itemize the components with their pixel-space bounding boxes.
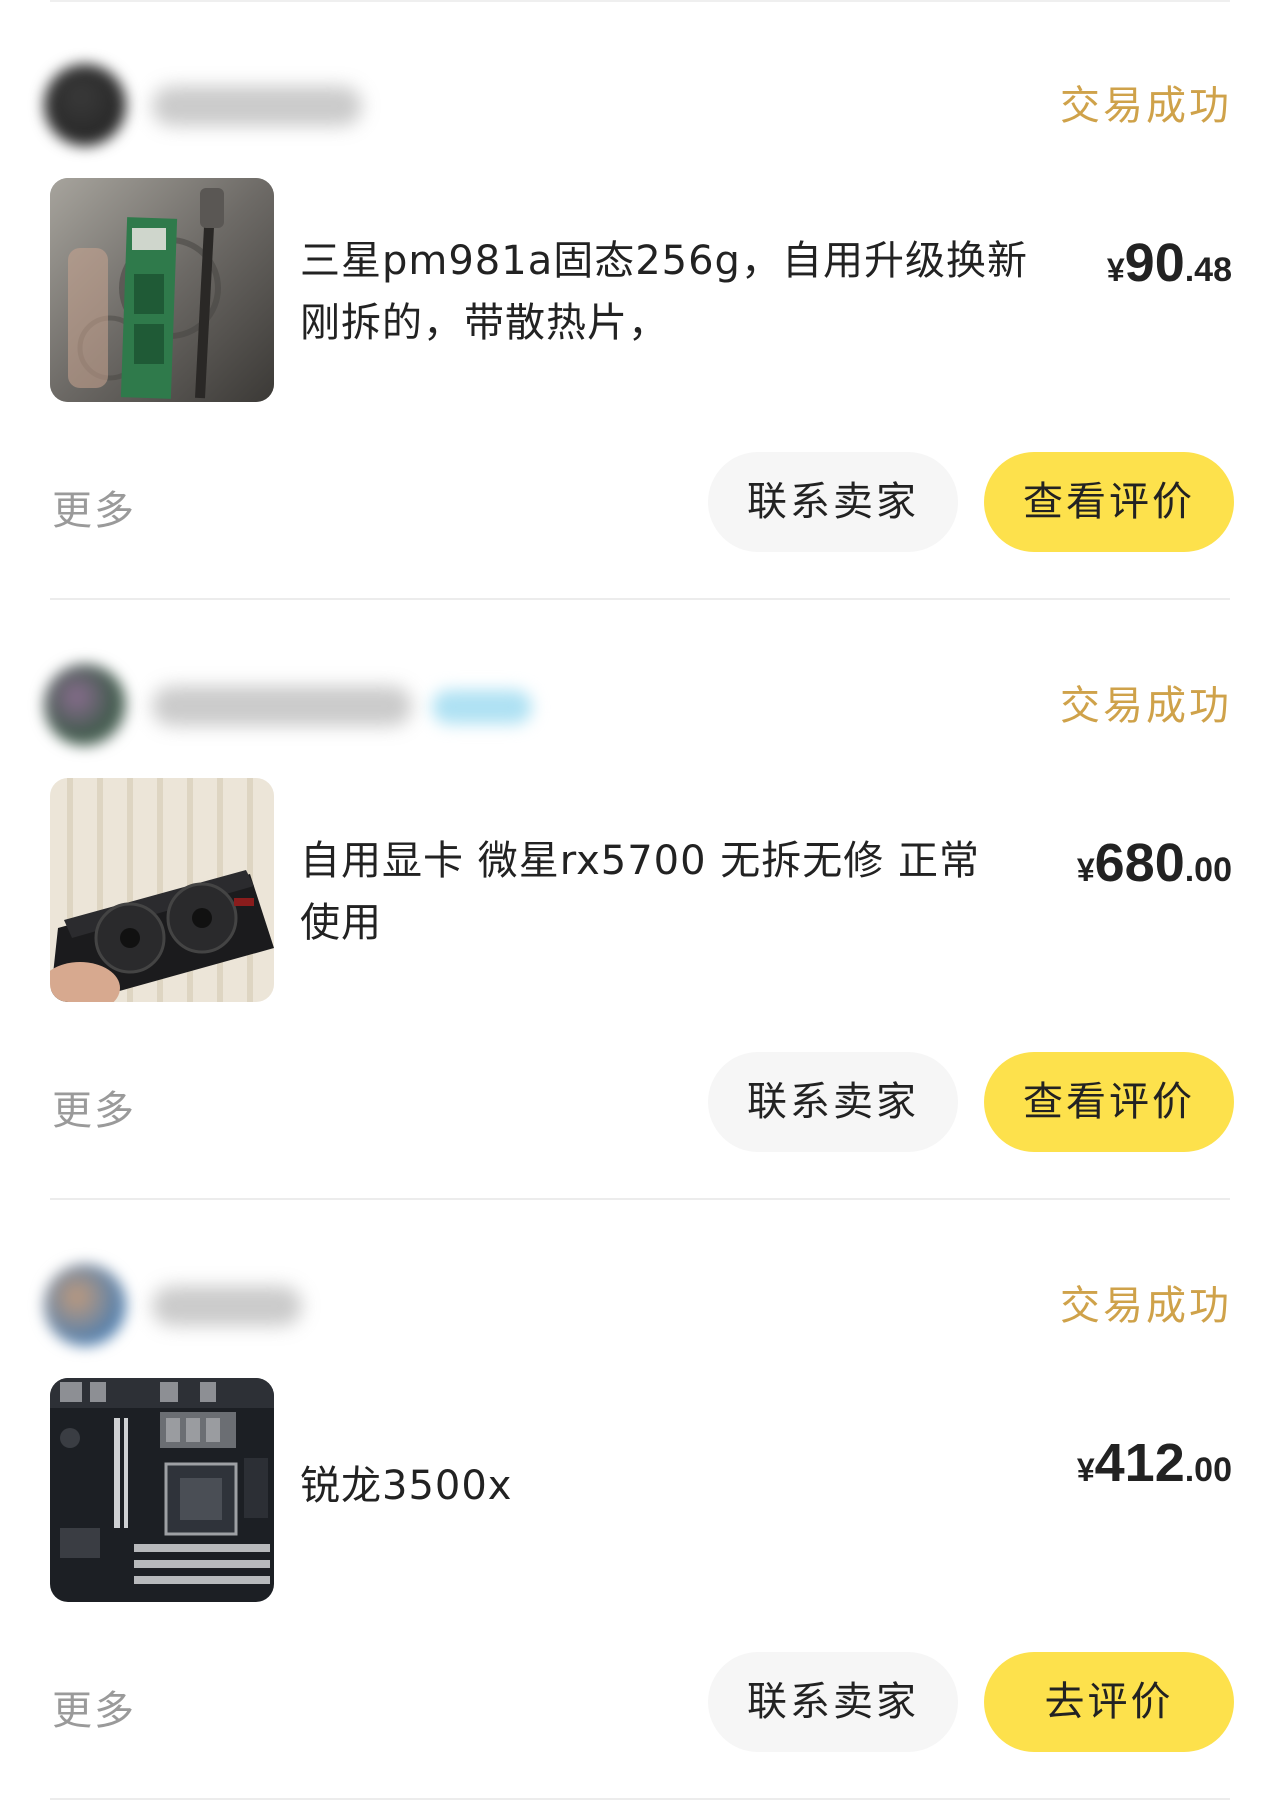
product-thumbnail[interactable] xyxy=(50,178,274,402)
order-list: 交易成功 三星pm981a固态256g，自用升级换新 刚拆的，带散热片， ¥90… xyxy=(0,0,1280,1819)
seller-avatar[interactable] xyxy=(44,64,126,146)
more-button[interactable]: 更多 xyxy=(52,478,136,536)
order-status: 交易成功 xyxy=(1060,683,1232,729)
price-currency: ¥ xyxy=(1076,852,1095,888)
price: ¥412.00 xyxy=(1077,1432,1232,1494)
contact-seller-button[interactable]: 联系卖家 xyxy=(708,452,958,552)
price-decimal: .00 xyxy=(1184,851,1232,889)
seller-name[interactable] xyxy=(152,1286,302,1326)
view-review-button[interactable]: 查看评价 xyxy=(984,452,1234,552)
product-thumbnail[interactable] xyxy=(50,778,274,1002)
divider xyxy=(50,1798,1230,1800)
product-title[interactable]: 三星pm981a固态256g，自用升级换新 刚拆的，带散热片， xyxy=(300,230,1028,354)
contact-seller-button[interactable]: 联系卖家 xyxy=(708,1652,958,1752)
price-currency: ¥ xyxy=(1106,252,1125,288)
seller-name[interactable] xyxy=(152,86,362,126)
price-integer: 90 xyxy=(1124,233,1185,293)
more-button[interactable]: 更多 xyxy=(52,1078,136,1136)
more-button[interactable]: 更多 xyxy=(52,1678,136,1736)
seller-name[interactable] xyxy=(152,686,412,726)
seller-badge xyxy=(432,690,532,724)
seller-avatar[interactable] xyxy=(44,1264,126,1346)
graphics-card-photo-icon xyxy=(50,778,274,1002)
price-integer: 680 xyxy=(1094,833,1185,893)
price: ¥680.00 xyxy=(1077,832,1232,894)
review-button[interactable]: 去评价 xyxy=(984,1652,1234,1752)
contact-seller-button[interactable]: 联系卖家 xyxy=(708,1052,958,1152)
product-title[interactable]: 自用显卡 微星rx5700 无拆无修 正常 使用 xyxy=(300,830,980,954)
price-integer: 412 xyxy=(1094,1433,1185,1493)
order-status: 交易成功 xyxy=(1060,83,1232,129)
product-thumbnail[interactable] xyxy=(50,1378,274,1602)
view-review-button[interactable]: 查看评价 xyxy=(984,1052,1234,1152)
price-decimal: .00 xyxy=(1184,1451,1232,1489)
motherboard-photo-icon xyxy=(50,1378,274,1602)
order-card: 交易成功 xyxy=(0,600,1280,1200)
price-decimal: .48 xyxy=(1184,251,1232,289)
product-title[interactable]: 锐龙3500x xyxy=(300,1455,512,1517)
seller-avatar[interactable] xyxy=(44,664,126,746)
ssd-photo-icon xyxy=(50,178,274,402)
price-currency: ¥ xyxy=(1076,1452,1095,1488)
order-card: 交易成功 xyxy=(0,0,1280,600)
price: ¥90.48 xyxy=(1107,232,1232,294)
order-status: 交易成功 xyxy=(1060,1283,1232,1329)
order-card: 交易成功 xyxy=(0,1200,1280,1800)
